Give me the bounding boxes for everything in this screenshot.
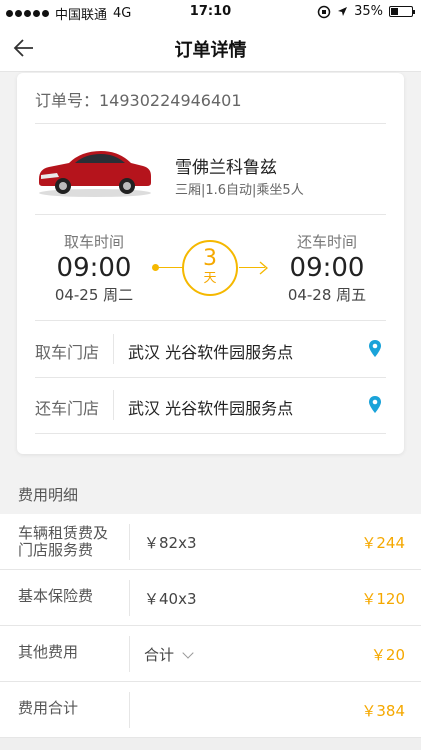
pickup-date: 04-25 周二: [54, 286, 134, 304]
return-store-label: 还车门店: [35, 399, 100, 418]
return-time: 09:00: [289, 253, 365, 283]
divider: [129, 580, 130, 616]
fee-label: 其他费用: [18, 643, 79, 661]
fee-section-title: 费用明细: [18, 486, 79, 504]
timeline-line: [155, 267, 183, 268]
fee-amount: ￥120: [361, 590, 405, 608]
divider: [35, 123, 386, 124]
return-time-label: 还车时间: [296, 233, 357, 251]
car-image: [39, 151, 151, 197]
pickup-store-label: 取车门店: [35, 343, 100, 362]
fee-list: 车辆租赁费及 门店服务费 ￥82x3 ￥244 基本保险费 ￥40x3 ￥120…: [0, 514, 421, 738]
battery-percent: 35%: [354, 4, 383, 19]
fee-row-other[interactable]: 其他费用 合计 ￥20: [0, 626, 421, 682]
fee-calc: ￥82x3: [144, 534, 197, 552]
pickup-time: 09:00: [56, 253, 132, 283]
divider: [35, 320, 386, 321]
car-spec: 三厢|1.6自动|乘坐5人: [175, 183, 304, 198]
rotation-lock-icon: [317, 5, 331, 18]
fee-row-insurance: 基本保险费 ￥40x3 ￥120: [0, 570, 421, 626]
fee-amount: ￥20: [370, 646, 405, 664]
page-title: 订单详情: [174, 40, 247, 61]
location-pin-icon[interactable]: [368, 339, 382, 359]
duration-unit: 天: [203, 271, 217, 286]
location-pin-icon[interactable]: [368, 395, 382, 415]
rental-duration-badge: 3 天: [182, 240, 238, 296]
return-time-block: 还车时间 09:00 04-28 周五: [272, 231, 382, 305]
order-card: 订单号：14930224946401 雪佛兰科鲁兹 三厢|1.6自动|乘坐5人 …: [17, 73, 404, 454]
fee-calc: 合计: [144, 646, 175, 664]
return-store-name: 武汉 光谷软件园服务点: [128, 399, 294, 418]
fee-calc-toggle[interactable]: 合计: [144, 644, 194, 665]
car-name: 雪佛兰科鲁兹: [175, 158, 277, 178]
pickup-store-name: 武汉 光谷软件园服务点: [128, 343, 294, 362]
pickup-store-row[interactable]: 取车门店 武汉 光谷软件园服务点: [35, 326, 386, 372]
status-right: 35%: [317, 4, 415, 19]
fee-section-header: 费用明细: [0, 470, 421, 514]
divider: [129, 692, 130, 728]
fee-label-line: 门店服务费: [18, 541, 94, 559]
fee-label: 基本保险费: [18, 587, 94, 605]
chevron-down-icon: [182, 647, 194, 659]
pickup-time-block: 取车时间 09:00 04-25 周二: [39, 231, 149, 305]
location-arrow-icon: [338, 7, 348, 16]
fee-label: 车辆租赁费及 门店服务费: [18, 525, 108, 559]
fee-label-line: 车辆租赁费及: [18, 524, 109, 542]
divider: [35, 433, 386, 434]
fee-calc: ￥40x3: [144, 590, 197, 608]
fee-amount: ￥244: [361, 534, 405, 552]
nav-bar: 订单详情: [0, 24, 421, 72]
duration-number: 3: [203, 246, 217, 271]
divider: [129, 636, 130, 672]
fee-row-total: 费用合计 ￥384: [0, 682, 421, 738]
pickup-time-label: 取车时间: [63, 233, 124, 251]
divider: [35, 214, 386, 215]
fee-total-amount: ￥384: [361, 702, 405, 720]
divider: [129, 524, 130, 560]
timeline-arrow-icon: [259, 261, 268, 275]
fee-row-rental: 车辆租赁费及 门店服务费 ￥82x3 ￥244: [0, 514, 421, 570]
divider: [35, 377, 386, 378]
fee-label: 费用合计: [18, 699, 79, 717]
return-store-row[interactable]: 还车门店 武汉 光谷软件园服务点: [35, 382, 386, 428]
divider: [113, 334, 114, 364]
battery-icon: [389, 6, 415, 17]
status-bar: 中国联通 4G 17:10 35%: [0, 0, 421, 24]
order-number: 订单号：14930224946401: [35, 91, 242, 110]
divider: [113, 390, 114, 420]
return-date: 04-28 周五: [287, 286, 367, 304]
bottom-spacer: [0, 738, 421, 750]
